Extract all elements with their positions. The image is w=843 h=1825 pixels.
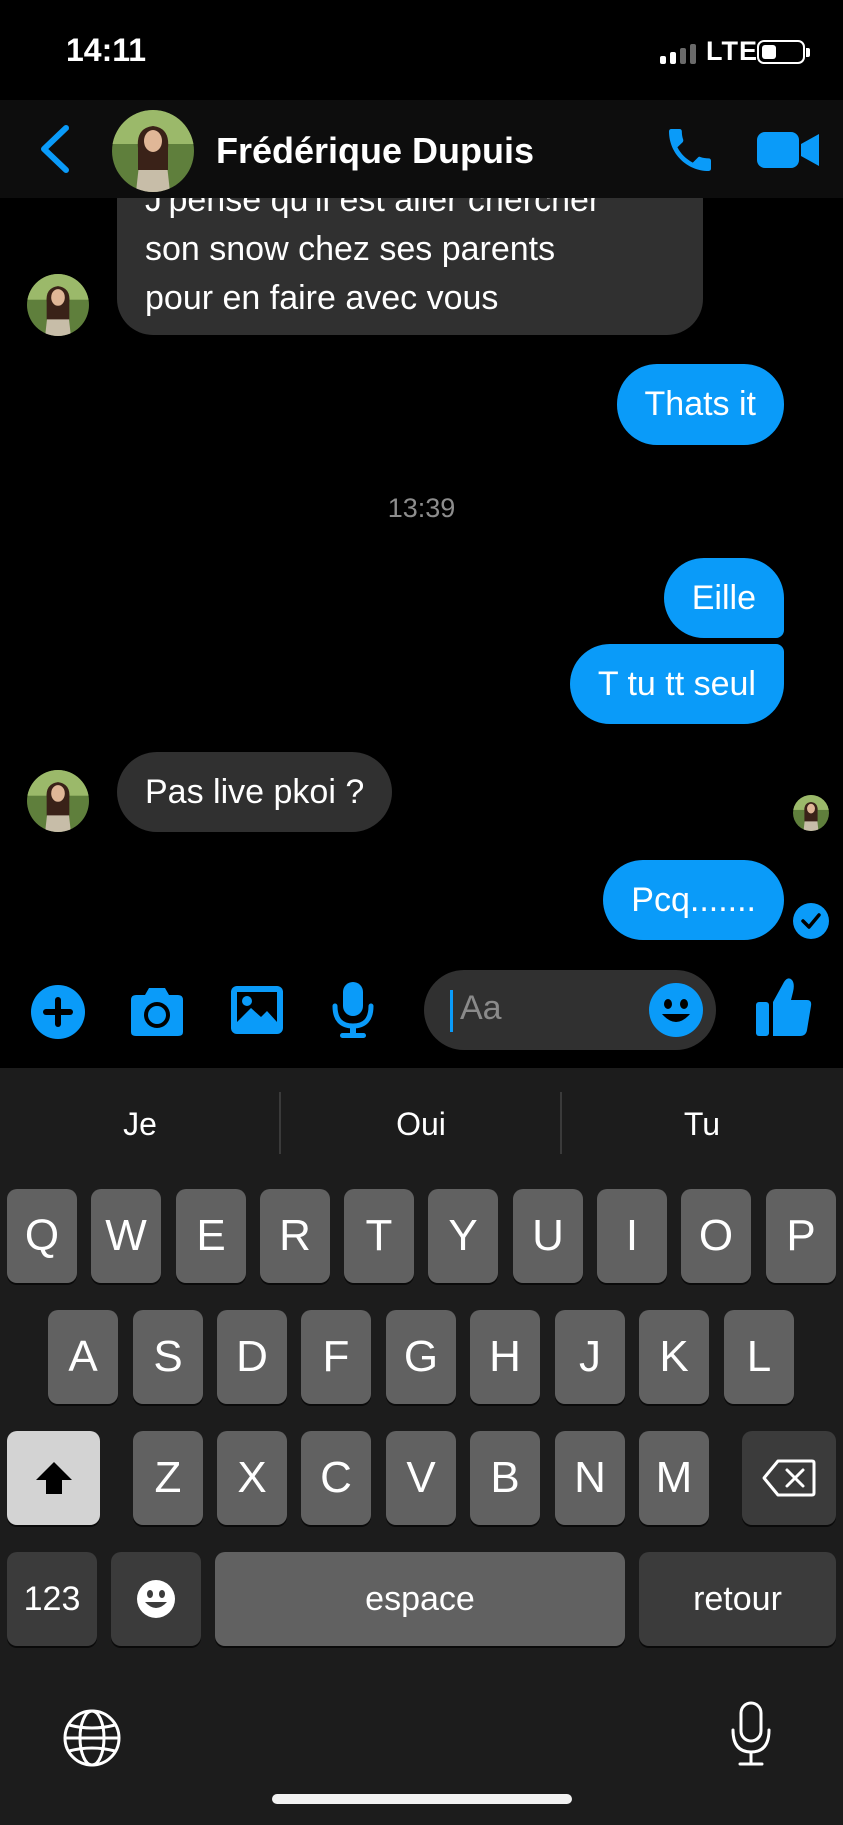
- dictation-microphone-icon[interactable]: [728, 1700, 774, 1768]
- status-bar: 14:11 LTE: [0, 0, 843, 100]
- key-m[interactable]: M: [639, 1431, 709, 1525]
- prediction-1[interactable]: Je: [0, 1106, 280, 1143]
- emoji-keyboard-icon: [137, 1580, 175, 1618]
- message-line: J'pense qu'il est aller chercher: [145, 198, 601, 219]
- key-x[interactable]: X: [217, 1431, 287, 1525]
- microphone-icon[interactable]: [330, 980, 376, 1040]
- sender-avatar[interactable]: [27, 770, 89, 832]
- key-l[interactable]: L: [724, 1310, 794, 1404]
- contact-name[interactable]: Frédérique Dupuis: [216, 130, 534, 172]
- key-q[interactable]: Q: [7, 1189, 77, 1283]
- outgoing-message[interactable]: Eille: [663, 558, 784, 638]
- key-c[interactable]: C: [301, 1431, 371, 1525]
- backspace-icon: [762, 1459, 816, 1497]
- delivered-check-icon: [793, 903, 829, 939]
- network-type: LTE: [706, 36, 758, 66]
- numbers-key[interactable]: 123: [7, 1552, 97, 1646]
- key-v[interactable]: V: [386, 1431, 456, 1525]
- key-y[interactable]: Y: [428, 1189, 498, 1283]
- read-receipt-photo: [793, 795, 829, 831]
- key-f[interactable]: F: [301, 1310, 371, 1404]
- key-u[interactable]: U: [513, 1189, 583, 1283]
- key-s[interactable]: S: [133, 1310, 203, 1404]
- signal-strength-icon: [660, 42, 698, 64]
- key-p[interactable]: P: [766, 1189, 836, 1283]
- globe-icon[interactable]: [62, 1708, 122, 1768]
- incoming-message[interactable]: Pas live pkoi ?: [117, 752, 393, 832]
- prediction-3[interactable]: Tu: [562, 1106, 842, 1143]
- message-timestamp: 13:39: [387, 493, 456, 523]
- video-camera-icon[interactable]: [755, 126, 821, 174]
- shift-key[interactable]: [7, 1431, 100, 1525]
- camera-icon[interactable]: [127, 986, 187, 1038]
- battery-icon: [757, 40, 810, 64]
- message-line: pour en faire avec vous: [145, 279, 499, 317]
- home-indicator[interactable]: [272, 1794, 572, 1804]
- return-key[interactable]: retour: [639, 1552, 836, 1646]
- sender-photo: [27, 274, 89, 336]
- emoji-key[interactable]: [111, 1552, 201, 1646]
- key-j[interactable]: J: [555, 1310, 625, 1404]
- key-w[interactable]: W: [91, 1189, 161, 1283]
- key-b[interactable]: B: [470, 1431, 540, 1525]
- key-z[interactable]: Z: [133, 1431, 203, 1525]
- key-o[interactable]: O: [681, 1189, 751, 1283]
- key-k[interactable]: K: [639, 1310, 709, 1404]
- conversation-header: Frédérique Dupuis: [0, 100, 843, 198]
- key-e[interactable]: E: [176, 1189, 246, 1283]
- key-n[interactable]: N: [555, 1431, 625, 1525]
- outgoing-message[interactable]: T tu tt seul: [569, 644, 784, 724]
- contact-photo: [112, 110, 194, 192]
- delete-key[interactable]: [742, 1431, 836, 1525]
- message-input[interactable]: Aa: [424, 970, 716, 1050]
- image-icon[interactable]: [229, 984, 285, 1036]
- chevron-left-icon[interactable]: [36, 122, 76, 176]
- emoji-icon[interactable]: [648, 982, 704, 1038]
- keyboard: Je Oui Tu Q W E R T Y U I O P A S D F G …: [0, 1068, 843, 1825]
- shift-icon: [36, 1462, 72, 1494]
- key-h[interactable]: H: [470, 1310, 540, 1404]
- message-composer: Aa: [0, 968, 843, 1068]
- key-i[interactable]: I: [597, 1189, 667, 1283]
- key-g[interactable]: G: [386, 1310, 456, 1404]
- message-thread[interactable]: J'pense qu'il est aller chercher son sno…: [0, 198, 843, 968]
- sender-photo: [27, 770, 89, 832]
- sender-avatar[interactable]: [27, 274, 89, 336]
- text-cursor: [450, 990, 453, 1032]
- space-key[interactable]: espace: [215, 1552, 625, 1646]
- plus-icon[interactable]: [30, 984, 86, 1040]
- key-d[interactable]: D: [217, 1310, 287, 1404]
- message-line: son snow chez ses parents: [145, 230, 556, 268]
- key-t[interactable]: T: [344, 1189, 414, 1283]
- outgoing-message[interactable]: Thats it: [616, 364, 784, 445]
- contact-avatar[interactable]: [112, 110, 194, 192]
- outgoing-message[interactable]: Pcq.......: [603, 860, 784, 940]
- read-receipt-avatar: [793, 795, 829, 831]
- status-time: 14:11: [66, 32, 147, 68]
- prediction-2[interactable]: Oui: [281, 1106, 561, 1143]
- phone-icon[interactable]: [660, 122, 720, 178]
- key-r[interactable]: R: [260, 1189, 330, 1283]
- thumbs-up-icon[interactable]: [754, 976, 814, 1038]
- predictive-bar: Je Oui Tu: [0, 1068, 843, 1186]
- incoming-message[interactable]: J'pense qu'il est aller chercher son sno…: [117, 198, 703, 335]
- key-a[interactable]: A: [48, 1310, 118, 1404]
- message-input-placeholder: Aa: [460, 989, 502, 1027]
